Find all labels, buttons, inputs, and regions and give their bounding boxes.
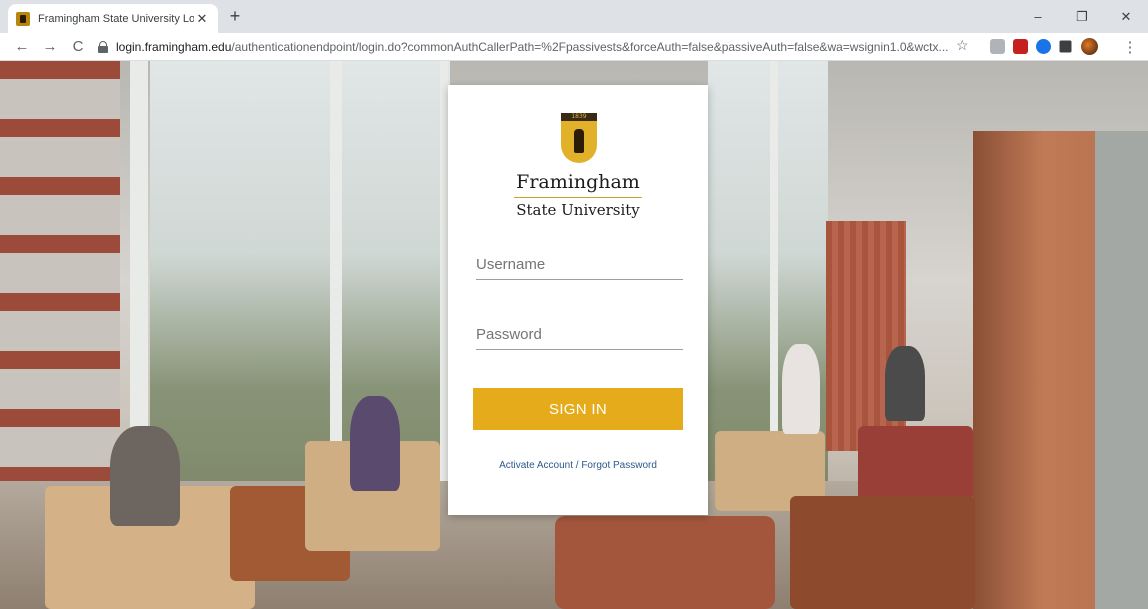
forward-button[interactable]: →: [38, 35, 62, 59]
logo-divider: [514, 197, 642, 198]
tab-strip: Framingham State University Log ✕ + – ❐ …: [0, 0, 1148, 33]
new-tab-button[interactable]: +: [224, 5, 246, 27]
minimize-button[interactable]: –: [1016, 0, 1060, 33]
back-button[interactable]: ←: [10, 35, 34, 59]
sofa: [555, 516, 775, 609]
chrome-menu-icon[interactable]: ⋮: [1118, 35, 1142, 59]
red-armchair: [858, 426, 973, 501]
address-bar[interactable]: login.framingham.edu/authenticationendpo…: [96, 36, 976, 58]
profile-avatar[interactable]: [1081, 38, 1098, 55]
sign-in-button[interactable]: SIGN IN: [473, 388, 683, 430]
logo-wordmark-line2: State University: [516, 201, 640, 219]
lock-icon[interactable]: [96, 40, 110, 54]
activate-forgot-password-link[interactable]: Activate Account / Forgot Password: [448, 460, 708, 471]
extensions-puzzle-icon[interactable]: [1059, 40, 1072, 53]
restore-button[interactable]: ❐: [1060, 0, 1104, 33]
extension-icon[interactable]: [990, 39, 1005, 54]
url-path: /authenticationendpoint/login.do?commonA…: [231, 40, 949, 54]
pdf-extension-icon[interactable]: [1013, 39, 1028, 54]
brick-building: [0, 61, 120, 531]
university-seal-logo: 1839: [561, 113, 597, 163]
blue-extension-icon[interactable]: [1036, 39, 1051, 54]
tab-title: Framingham State University Log: [38, 12, 194, 25]
pillar-side: [1095, 131, 1148, 609]
student: [885, 346, 925, 421]
tab-close-icon[interactable]: ✕: [194, 11, 210, 27]
browser-tab[interactable]: Framingham State University Log ✕: [8, 4, 218, 33]
login-card: 1839 Framingham State University SIGN IN…: [448, 85, 708, 515]
password-input[interactable]: [476, 320, 683, 350]
bookmark-star-icon[interactable]: ☆: [956, 37, 969, 54]
university-favicon-icon: [16, 11, 30, 26]
student: [110, 426, 180, 526]
browser-toolbar: ← → C login.framingham.edu/authenticatio…: [0, 33, 1148, 61]
seal-year: 1839: [561, 113, 597, 121]
reload-button[interactable]: C: [66, 35, 90, 59]
logo-wordmark-line1: Framingham: [516, 171, 640, 193]
student: [782, 344, 820, 434]
student: [350, 396, 400, 491]
close-window-button[interactable]: ✕: [1104, 0, 1148, 33]
url-host: login.framingham.edu: [116, 40, 232, 54]
seal-figure: [574, 129, 584, 153]
coffee-table: [790, 496, 975, 609]
url-text[interactable]: login.framingham.edu/authenticationendpo…: [116, 40, 949, 54]
username-input[interactable]: [476, 250, 683, 280]
